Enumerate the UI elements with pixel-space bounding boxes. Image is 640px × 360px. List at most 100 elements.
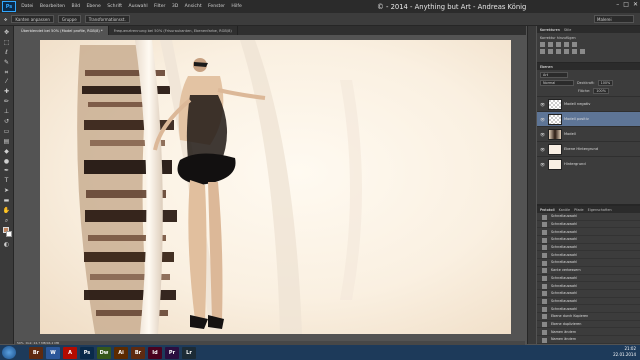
quick-mask-icon[interactable]: ◐ — [3, 241, 11, 249]
menu-help[interactable]: Hilfe — [228, 4, 245, 9]
layer-row[interactable]: 👁 Modell negativ — [537, 96, 640, 111]
minimize-button[interactable]: – — [616, 1, 619, 8]
menu-layer[interactable]: Ebene — [83, 4, 104, 9]
quick-select-tool-icon[interactable]: ✎ — [3, 59, 11, 67]
blend-mode-select[interactable]: Normal — [540, 80, 574, 86]
blur-tool-icon[interactable]: ◆ — [3, 148, 11, 156]
hue-icon[interactable] — [540, 49, 545, 54]
history-item[interactable]: Ebene durch Kopieren — [537, 313, 640, 321]
type-tool-icon[interactable]: T — [3, 177, 11, 185]
option-transform[interactable]: Transformationsst. — [84, 15, 130, 23]
bw-icon[interactable] — [556, 49, 561, 54]
taskbar-app-2-icon[interactable]: A — [63, 346, 77, 359]
history-item[interactable]: Schnellauswahl — [537, 259, 640, 267]
taskbar-app-4-icon[interactable]: Dw — [97, 346, 111, 359]
history-item[interactable]: Schnellauswahl — [537, 213, 640, 221]
opacity-input[interactable]: 100% — [597, 80, 614, 86]
visibility-eye-icon[interactable]: 👁 — [539, 162, 546, 167]
curves-icon[interactable] — [556, 42, 561, 47]
history-item[interactable]: Schnellauswahl — [537, 244, 640, 252]
eyedropper-tool-icon[interactable]: ⁄ — [3, 78, 11, 86]
history-item[interactable]: Schnellauswahl — [537, 305, 640, 313]
taskbar-app-3-icon[interactable]: Ps — [80, 346, 94, 359]
taskbar-app-0-icon[interactable]: Br — [29, 346, 43, 359]
stamp-tool-icon[interactable]: ⊥ — [3, 108, 11, 116]
history-item[interactable]: Schnellauswahl — [537, 298, 640, 306]
option-refine-edge[interactable]: Kanten anpassen — [11, 15, 54, 23]
menu-window[interactable]: Fenster — [205, 4, 228, 9]
history-item[interactable]: Schnellauswahl — [537, 228, 640, 237]
tab-properties[interactable]: Eigenschaften — [588, 208, 612, 212]
eraser-tool-icon[interactable]: ▭ — [3, 128, 11, 136]
history-item[interactable]: Schnellauswahl — [537, 275, 640, 283]
exposure-icon[interactable] — [564, 42, 569, 47]
healing-tool-icon[interactable]: ✚ — [3, 88, 11, 96]
tab-styles[interactable]: Stile — [564, 28, 571, 32]
history-brush-icon[interactable]: ↺ — [3, 118, 11, 126]
channel-mixer-icon[interactable] — [572, 49, 577, 54]
shape-tool-icon[interactable]: ▬ — [3, 197, 11, 205]
layer-row-selected[interactable]: 👁 Modell positiv — [537, 111, 640, 126]
history-item[interactable]: Schnellauswahl — [537, 251, 640, 260]
move-tool-icon[interactable]: ✥ — [3, 29, 11, 37]
dodge-tool-icon[interactable]: ● — [3, 158, 11, 166]
menu-filter[interactable]: Filter — [151, 4, 169, 9]
layer-row[interactable]: 👁 Modell — [537, 126, 640, 141]
fill-input[interactable]: 100% — [593, 88, 609, 94]
history-item[interactable]: Schnellauswahl — [537, 221, 640, 229]
levels-icon[interactable] — [548, 42, 553, 47]
tab-layers[interactable]: Ebenen — [540, 65, 553, 69]
visibility-eye-icon[interactable]: 👁 — [539, 117, 546, 122]
menu-3d[interactable]: 3D — [169, 4, 182, 9]
crop-tool-icon[interactable]: ⌗ — [3, 69, 11, 77]
close-button[interactable]: ✕ — [633, 1, 638, 8]
layer-row[interactable]: 👁 Hintergrund — [537, 156, 640, 171]
taskbar-app-5-icon[interactable]: Ai — [114, 346, 128, 359]
color-swatch-icon[interactable] — [2, 226, 12, 239]
history-item[interactable]: Ebene duplizieren — [537, 321, 640, 329]
history-item[interactable]: Schnellauswahl — [537, 290, 640, 298]
vibrance-icon[interactable] — [572, 42, 577, 47]
history-item[interactable]: Schnellauswahl — [537, 236, 640, 244]
taskbar-app-7-icon[interactable]: Id — [148, 346, 162, 359]
history-item[interactable]: Namen ändern — [537, 328, 640, 336]
history-item[interactable]: Kante verbessern — [537, 267, 640, 275]
menu-select[interactable]: Auswahl — [125, 4, 151, 9]
brush-tool-icon[interactable]: ✏ — [3, 98, 11, 106]
clock[interactable]: 21:02 22.01.2014 — [613, 346, 636, 358]
brightness-icon[interactable] — [540, 42, 545, 47]
history-item[interactable]: Schnellauswahl — [537, 282, 640, 290]
menu-type[interactable]: Schrift — [104, 4, 125, 9]
lasso-tool-icon[interactable]: ℓ — [3, 49, 11, 57]
tab-paths[interactable]: Pfade — [574, 208, 584, 212]
hand-tool-icon[interactable]: ✋ — [3, 207, 11, 215]
collapsed-panel-strip[interactable] — [527, 26, 536, 344]
maximize-button[interactable]: □ — [623, 1, 629, 8]
tab-document-active[interactable]: Überblendet bei 50% (Model profile, RGB/… — [16, 26, 109, 35]
color-balance-icon[interactable] — [548, 49, 553, 54]
taskbar-app-1-icon[interactable]: W — [46, 346, 60, 359]
taskbar-app-8-icon[interactable]: Pr — [165, 346, 179, 359]
menu-file[interactable]: Datei — [18, 4, 37, 9]
visibility-eye-icon[interactable]: 👁 — [539, 132, 546, 137]
gradient-tool-icon[interactable]: ▤ — [3, 138, 11, 146]
tab-channels[interactable]: Kanäle — [559, 208, 571, 212]
marquee-tool-icon[interactable]: ⬚ — [3, 39, 11, 47]
pen-tool-icon[interactable]: ✒ — [3, 167, 11, 175]
history-item[interactable]: Namen ändern — [537, 336, 640, 344]
layer-row[interactable]: 👁 Ebene Hintergrund — [537, 141, 640, 156]
taskbar-app-9-icon[interactable]: Lr — [182, 346, 196, 359]
path-select-icon[interactable]: ➤ — [3, 187, 11, 195]
visibility-eye-icon[interactable]: 👁 — [539, 147, 546, 152]
start-button-icon[interactable] — [2, 346, 16, 359]
visibility-eye-icon[interactable]: 👁 — [539, 102, 546, 107]
layer-kind-filter[interactable]: Art — [540, 72, 568, 78]
tab-adjustments[interactable]: Korrekturen — [540, 28, 560, 32]
menu-view[interactable]: Ansicht — [181, 4, 204, 9]
tab-document-2[interactable]: Frequenztrennung bei 50% (Frisuraukanten… — [109, 26, 238, 35]
workspace-select[interactable]: Malerei — [594, 15, 634, 23]
menu-image[interactable]: Bild — [68, 4, 83, 9]
zoom-tool-icon[interactable]: ⌕ — [3, 217, 11, 225]
tab-history[interactable]: Protokoll — [540, 208, 555, 212]
taskbar-app-6-icon[interactable]: Br — [131, 346, 145, 359]
